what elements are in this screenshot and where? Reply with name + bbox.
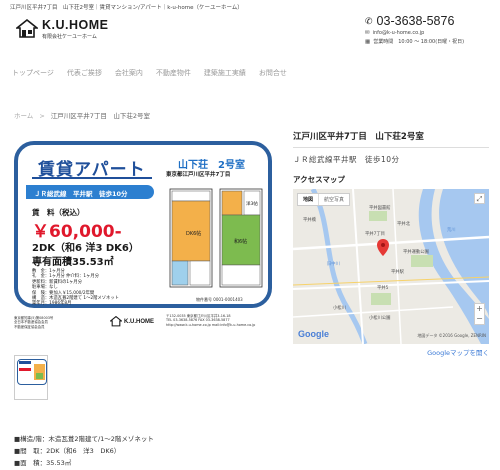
breadcrumb-separator: >	[39, 112, 45, 120]
topbar-text: 江戸川区平井7丁目 山下荘2号室｜賃貸マンション/アパート｜k-u-home（ケ…	[10, 5, 243, 11]
breadcrumb-home[interactable]: ホーム	[14, 112, 33, 120]
thumbnail-rent-bar	[19, 368, 31, 371]
email-link[interactable]: info@k-u-home.co.jp	[373, 30, 425, 36]
spec-structure: ■構造/階：木造瓦葺2階建て/1〜2階メゾネット	[14, 435, 154, 443]
mail-icon: ✉	[365, 30, 370, 36]
map-label: 平井運動公園	[403, 250, 429, 255]
property-flyer-image[interactable]: 賃貸アパート ＪＲ総武線 平井駅 徒歩10分 賃 料（税込） ￥60,000- …	[14, 138, 274, 343]
open-google-maps-link[interactable]: Googleマップを開く	[293, 347, 489, 357]
calendar-icon: ▦	[365, 38, 371, 45]
flyer-house-logo-icon	[110, 316, 122, 327]
contact-info: ✆ 03-3638-5876 ✉ info@k-u-home.co.jp ▦ 営…	[365, 14, 495, 45]
fullscreen-icon[interactable]: ⤢	[474, 193, 485, 204]
property-specs: ■構造/階：木造瓦葺2階建て/1〜2階メゾネット ■間 取：2DK（和6 洋3 …	[14, 433, 154, 469]
map-label: 荒川	[447, 228, 456, 233]
flyer-area: 専有面積35.53㎡	[32, 257, 114, 268]
sidebar: 江戸川区平井7丁目 山下荘2号室 ＪＲ総武線平井駅 徒歩10分 アクセスマップ …	[293, 130, 489, 357]
flyer-property-name: 山下荘 2号室	[178, 160, 245, 171]
map-tab-map[interactable]: 地図	[298, 194, 318, 205]
logo[interactable]: K.U.HOME 有限会社ケーユーホーム	[16, 18, 109, 40]
flyer-footer: 東京都知事(5)第08003号 全日本不動産協会会員 不動産保証協会会員 K.U…	[14, 312, 274, 342]
house-logo-icon	[16, 19, 38, 39]
flyer-detail-line: 築年月：1986年8月	[32, 301, 72, 307]
topbar: 江戸川区平井7丁目 山下荘2号室｜賃貸マンション/アパート｜k-u-home（ケ…	[0, 0, 500, 12]
flyer-company-name: K.U.HOME	[124, 318, 154, 325]
zoom-control: + −	[474, 303, 485, 325]
map-tab-satellite[interactable]: 航空写真	[318, 194, 349, 205]
breadcrumb: ホーム > 江戸川区平井7丁目 山下荘2号室	[14, 110, 150, 120]
spec-layout: ■間 取：2DK（和6 洋3 DK6）	[14, 447, 121, 455]
nav-item-top[interactable]: トップページ	[12, 68, 54, 78]
phone-icon: ✆	[365, 15, 373, 26]
floorplan-drawing: DK6帖 和6帖 洋3帖	[169, 188, 263, 288]
map-canvas	[293, 189, 489, 344]
map-copyright: 地図データ ©2016 Google, ZENRIN	[417, 333, 486, 338]
access-map[interactable]: 平井橋 平井図書館 平井北 平井7丁目 旧中川 平井駅 平井運動公園 荒川 小松…	[293, 189, 489, 344]
map-label: 旧中川	[327, 262, 340, 267]
logo-sub: 有限会社ケーユーホーム	[42, 34, 97, 40]
google-logo: Google	[298, 329, 329, 339]
thumbnail-title-bar	[19, 361, 31, 364]
nav-item-works[interactable]: 建築施工実績	[204, 68, 246, 78]
flyer-property-number: 物件番号 0001-0001403	[196, 297, 243, 302]
logo-name: K.U.HOME	[42, 18, 109, 32]
flyer-layout: 2DK（和6 洋3 DK6）	[32, 243, 139, 254]
sidebar-divider	[293, 147, 489, 148]
flyer-footer-left-line: 不動産保証協会会員	[14, 324, 45, 329]
room-label-youshitsu: 洋3帖	[246, 200, 258, 207]
breadcrumb-current: 江戸川区平井7丁目 山下荘2号室	[50, 112, 151, 120]
thumbnail-floorplan-room	[36, 373, 43, 379]
map-label: 平井7丁目	[365, 232, 385, 237]
business-hours: 営業時間 10:00 〜 18:00(日曜・祝日)	[373, 39, 465, 45]
map-label: 平井図書館	[369, 206, 391, 211]
room-label-washitsu: 和6帖	[234, 238, 247, 245]
flyer-footer-right-line: http://www.k-u-home.co.jp mail:info@k-u-…	[166, 322, 256, 327]
flyer-property-address: 東京都江戸川区平井7丁目	[166, 172, 231, 178]
main-nav: トップページ 代表ご挨拶 会社案内 不動産物件 建築施工実績 お問合せ	[12, 68, 300, 78]
flyer-details: 敷 金：1ヶ月分 礼 金：1ヶ月分 仲介料：1ヶ月分 更新料：新賃料の1ヶ月分 …	[32, 269, 119, 307]
nav-item-company[interactable]: 会社案内	[115, 68, 143, 78]
access-map-title: アクセスマップ	[293, 175, 345, 184]
map-label: 小松川公園	[369, 316, 391, 321]
spec-area: ■面 積：35.53㎡	[14, 459, 72, 467]
map-label: 平井北	[397, 222, 410, 227]
map-label: 平井5	[377, 286, 389, 291]
map-label: 平井橋	[303, 218, 316, 223]
zoom-in-icon[interactable]: +	[475, 304, 484, 314]
nav-item-properties[interactable]: 不動産物件	[156, 68, 191, 78]
nav-item-greeting[interactable]: 代表ご挨拶	[67, 68, 102, 78]
flyer-divider	[32, 177, 152, 179]
site-header: K.U.HOME 有限会社ケーユーホーム ✆ 03-3638-5876 ✉ in…	[0, 12, 500, 50]
map-label: 小松川	[333, 306, 346, 311]
flyer-thumbnail[interactable]	[14, 355, 48, 400]
zoom-out-icon[interactable]: −	[475, 314, 484, 324]
phone-number[interactable]: 03-3638-5876	[377, 14, 455, 28]
sidebar-title: 江戸川区平井7丁目 山下荘2号室	[293, 132, 424, 142]
map-type-toggle: 地図 航空写真	[297, 193, 351, 206]
sidebar-station: ＪＲ総武線平井駅 徒歩10分	[293, 155, 400, 164]
room-label-dk: DK6帖	[186, 230, 201, 237]
flyer-frame: 賃貸アパート ＪＲ総武線 平井駅 徒歩10分 賃 料（税込） ￥60,000- …	[14, 141, 272, 308]
map-label: 平井駅	[391, 270, 404, 275]
nav-item-contact[interactable]: お問合せ	[259, 68, 287, 78]
flyer-station-badge: ＪＲ総武線 平井駅 徒歩10分	[26, 185, 154, 199]
